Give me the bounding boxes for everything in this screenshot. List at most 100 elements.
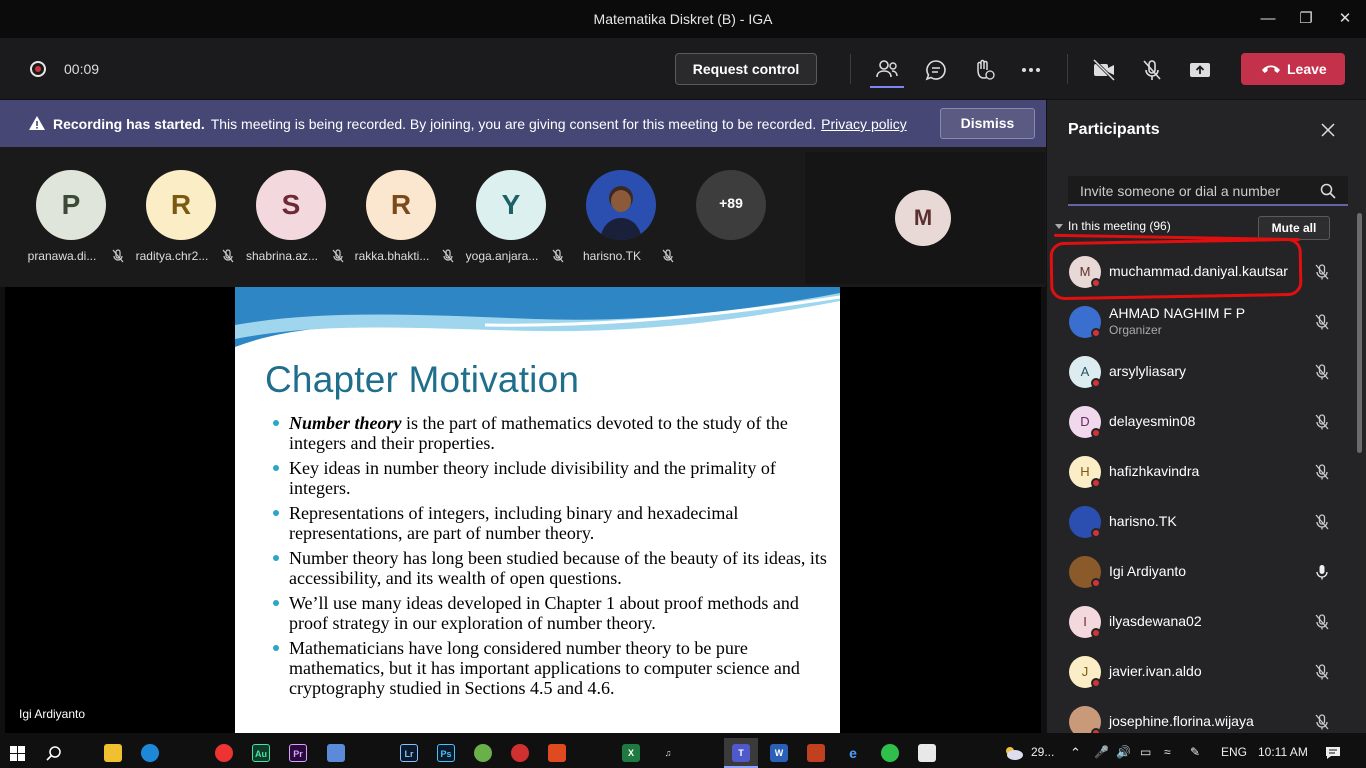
lightroom-icon[interactable]: Lr — [400, 744, 418, 762]
photoshop-icon[interactable]: Ps — [437, 744, 455, 762]
mic-on-icon[interactable] — [1314, 563, 1330, 586]
maximize-button[interactable]: ❐ — [1293, 6, 1319, 32]
leave-button[interactable]: Leave — [1241, 53, 1345, 85]
snipping-tool-icon[interactable] — [918, 744, 936, 762]
participant-row[interactable]: Iilyasdewana02 — [1047, 597, 1347, 647]
clock[interactable]: 10:11 AM — [1258, 745, 1308, 759]
mic-muted-icon[interactable] — [1314, 463, 1330, 486]
excel-icon[interactable]: X — [622, 744, 640, 762]
participant-row[interactable]: Aarsylyliasary — [1047, 347, 1347, 397]
title-bar: Matematika Diskret (B) - IGA — ❐ ✕ — [0, 0, 1366, 38]
participant-row[interactable]: josephine.florina.wijaya — [1047, 697, 1347, 733]
utorrent-icon[interactable] — [474, 744, 492, 762]
microphone-icon[interactable]: 🎤 — [1094, 745, 1109, 759]
close-icon[interactable] — [1320, 122, 1336, 138]
privacy-policy-link[interactable]: Privacy policy — [821, 116, 907, 132]
invite-input[interactable]: Invite someone or dial a number — [1068, 176, 1348, 206]
mic-muted-icon[interactable] — [1314, 263, 1330, 286]
file-explorer-icon[interactable] — [104, 744, 122, 762]
participant-tile[interactable]: P pranawa.di... — [16, 170, 126, 270]
slide-bullets: Number theory is the part of mathematics… — [273, 413, 833, 703]
minimize-button[interactable]: — — [1255, 6, 1281, 32]
camera-off-icon[interactable] — [1090, 56, 1118, 84]
more-actions-icon[interactable] — [1017, 56, 1045, 84]
participant-row[interactable]: Ddelayesmin08 — [1047, 397, 1347, 447]
hang-up-icon — [1262, 65, 1280, 73]
edge-icon[interactable] — [141, 744, 159, 762]
weather-icon[interactable] — [1002, 745, 1024, 761]
chat-icon[interactable] — [922, 56, 950, 84]
recording-icon — [30, 61, 46, 77]
mic-muted-icon[interactable] — [1314, 363, 1330, 386]
mic-muted-icon[interactable] — [1314, 513, 1330, 536]
more-participants-button[interactable]: +89 — [696, 170, 766, 240]
recording-consent-text: This meeting is being recorded. By joini… — [210, 116, 817, 132]
weather-temp[interactable]: 29... — [1031, 745, 1054, 759]
recording-banner: Recording has started. This meeting is be… — [0, 100, 1046, 147]
panel-scrollbar[interactable] — [1357, 213, 1362, 453]
participant-row[interactable]: Hhafizhkavindra — [1047, 447, 1347, 497]
status-busy-icon — [1091, 728, 1101, 733]
participant-tile[interactable]: R raditya.chr2... — [126, 170, 236, 270]
participant-tile[interactable]: R rakka.bhakti... — [346, 170, 456, 270]
participant-tile[interactable]: harisno.TK — [566, 170, 676, 270]
participant-name: AHMAD NAGHIM F P — [1109, 305, 1246, 321]
avatar: P — [36, 170, 106, 240]
participant-tile[interactable]: Y yoga.anjara... — [456, 170, 566, 270]
leave-label: Leave — [1287, 61, 1327, 77]
toolbar-divider — [850, 54, 851, 84]
participant-name: pranawa.di... — [27, 249, 97, 263]
status-busy-icon — [1091, 278, 1101, 288]
premiere-icon[interactable]: Pr — [289, 744, 307, 762]
windows-start-icon[interactable] — [10, 746, 25, 761]
participant-row[interactable]: harisno.TK — [1047, 497, 1347, 547]
mic-muted-icon[interactable] — [1314, 313, 1330, 336]
dismiss-button[interactable]: Dismiss — [940, 108, 1035, 139]
mic-muted-icon — [552, 249, 564, 263]
notifications-icon[interactable] — [1325, 745, 1341, 761]
search-icon[interactable] — [1320, 183, 1336, 199]
wifi-icon[interactable]: ≈ — [1164, 745, 1171, 759]
share-screen-icon[interactable] — [1186, 56, 1214, 84]
line-icon[interactable] — [881, 744, 899, 762]
participant-name: yoga.anjara... — [465, 249, 539, 263]
input-language[interactable]: ENG — [1221, 745, 1247, 759]
app-icon[interactable] — [807, 744, 825, 762]
avatar: R — [146, 170, 216, 240]
audio-app-icon[interactable]: ♫ — [659, 744, 677, 762]
mic-muted-icon[interactable] — [1314, 713, 1330, 733]
mic-muted-icon[interactable] — [1314, 413, 1330, 436]
participant-row[interactable]: Igi Ardiyanto — [1047, 547, 1347, 597]
participant-row[interactable]: Mmuchammad.daniyal.kautsar — [1047, 247, 1347, 297]
volume-icon[interactable]: 🔊 — [1116, 745, 1131, 759]
tray-chevron-icon[interactable]: ⌃ — [1070, 745, 1081, 761]
raise-hand-icon[interactable] — [970, 56, 998, 84]
mic-off-icon[interactable] — [1138, 56, 1166, 84]
participant-row[interactable]: AHMAD NAGHIM F P Organizer — [1047, 297, 1347, 347]
internet-explorer-icon[interactable]: e — [844, 744, 862, 762]
participants-icon[interactable] — [873, 56, 901, 84]
participant-name: delayesmin08 — [1109, 413, 1196, 429]
notepad-icon[interactable] — [327, 744, 345, 762]
request-control-button[interactable]: Request control — [675, 53, 817, 85]
in-meeting-section[interactable]: In this meeting (96) — [1055, 219, 1171, 233]
participant-tile[interactable]: S shabrina.az... — [236, 170, 346, 270]
mute-all-button[interactable]: Mute all — [1258, 216, 1330, 240]
mic-muted-icon[interactable] — [1314, 663, 1330, 686]
avatar: Y — [476, 170, 546, 240]
app-icon[interactable] — [511, 744, 529, 762]
word-icon[interactable]: W — [770, 744, 788, 762]
acrobat-icon[interactable] — [548, 744, 566, 762]
close-window-button[interactable]: ✕ — [1332, 6, 1358, 32]
pen-icon[interactable]: ✎ — [1190, 745, 1200, 759]
mic-muted-icon[interactable] — [1314, 613, 1330, 636]
participant-row[interactable]: Jjavier.ivan.aldo — [1047, 647, 1347, 697]
search-icon[interactable] — [46, 745, 62, 761]
audition-icon[interactable]: Au — [252, 744, 270, 762]
mic-muted-icon — [332, 249, 344, 263]
slide-header-wave — [235, 287, 840, 347]
collapse-caret-icon — [1055, 224, 1063, 230]
battery-icon[interactable]: ▭ — [1140, 745, 1151, 759]
chrome-icon[interactable] — [215, 744, 233, 762]
teams-icon[interactable]: T — [732, 744, 750, 762]
